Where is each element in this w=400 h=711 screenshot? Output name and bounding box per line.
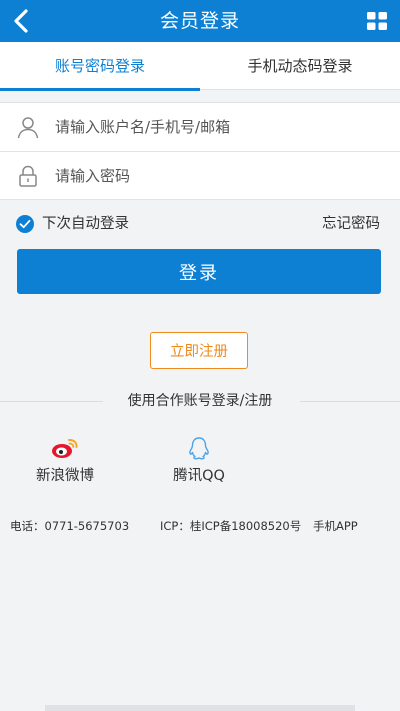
weibo-login-button[interactable]: 新浪微博 — [20, 436, 110, 488]
username-input[interactable] — [55, 111, 385, 143]
qq-icon — [189, 437, 209, 460]
password-input[interactable] — [55, 160, 385, 192]
login-tabs: 账号密码登录 手机动态码登录 — [0, 42, 400, 91]
qq-label: 腾讯QQ — [173, 468, 225, 484]
checked-circle-icon[interactable] — [16, 215, 34, 233]
grid-icon[interactable] — [367, 12, 387, 30]
qq-login-button[interactable]: 腾讯QQ — [154, 436, 244, 488]
page-title: 会员登录 — [159, 10, 240, 32]
login-form — [0, 102, 400, 200]
bottom-toolbar-edge — [45, 705, 355, 711]
weibo-icon — [52, 438, 78, 458]
register-button[interactable]: 立即注册 — [150, 332, 248, 369]
password-field — [0, 152, 400, 200]
login-button[interactable]: 登录 — [17, 249, 381, 294]
weibo-label: 新浪微博 — [36, 468, 94, 484]
header-bar: 会员登录 — [0, 0, 400, 42]
divider-line-right — [300, 401, 400, 402]
tab-password-login[interactable]: 账号密码登录 — [0, 42, 200, 91]
footer-app-link[interactable]: 手机APP — [313, 517, 358, 535]
lock-icon — [19, 165, 37, 187]
footer-phone: 电话：0771-5675703 — [10, 519, 130, 533]
partner-login-divider: 使用合作账号登录/注册 — [0, 390, 400, 412]
footer-icp[interactable]: ICP：桂ICP备18008520号 — [160, 517, 301, 535]
tab-sms-login[interactable]: 手机动态码登录 — [200, 42, 400, 90]
auto-login-label: 下次自动登录 — [42, 216, 129, 232]
user-icon — [17, 117, 39, 139]
username-field — [0, 103, 400, 151]
forgot-password-link[interactable]: 忘记密码 — [322, 213, 380, 235]
